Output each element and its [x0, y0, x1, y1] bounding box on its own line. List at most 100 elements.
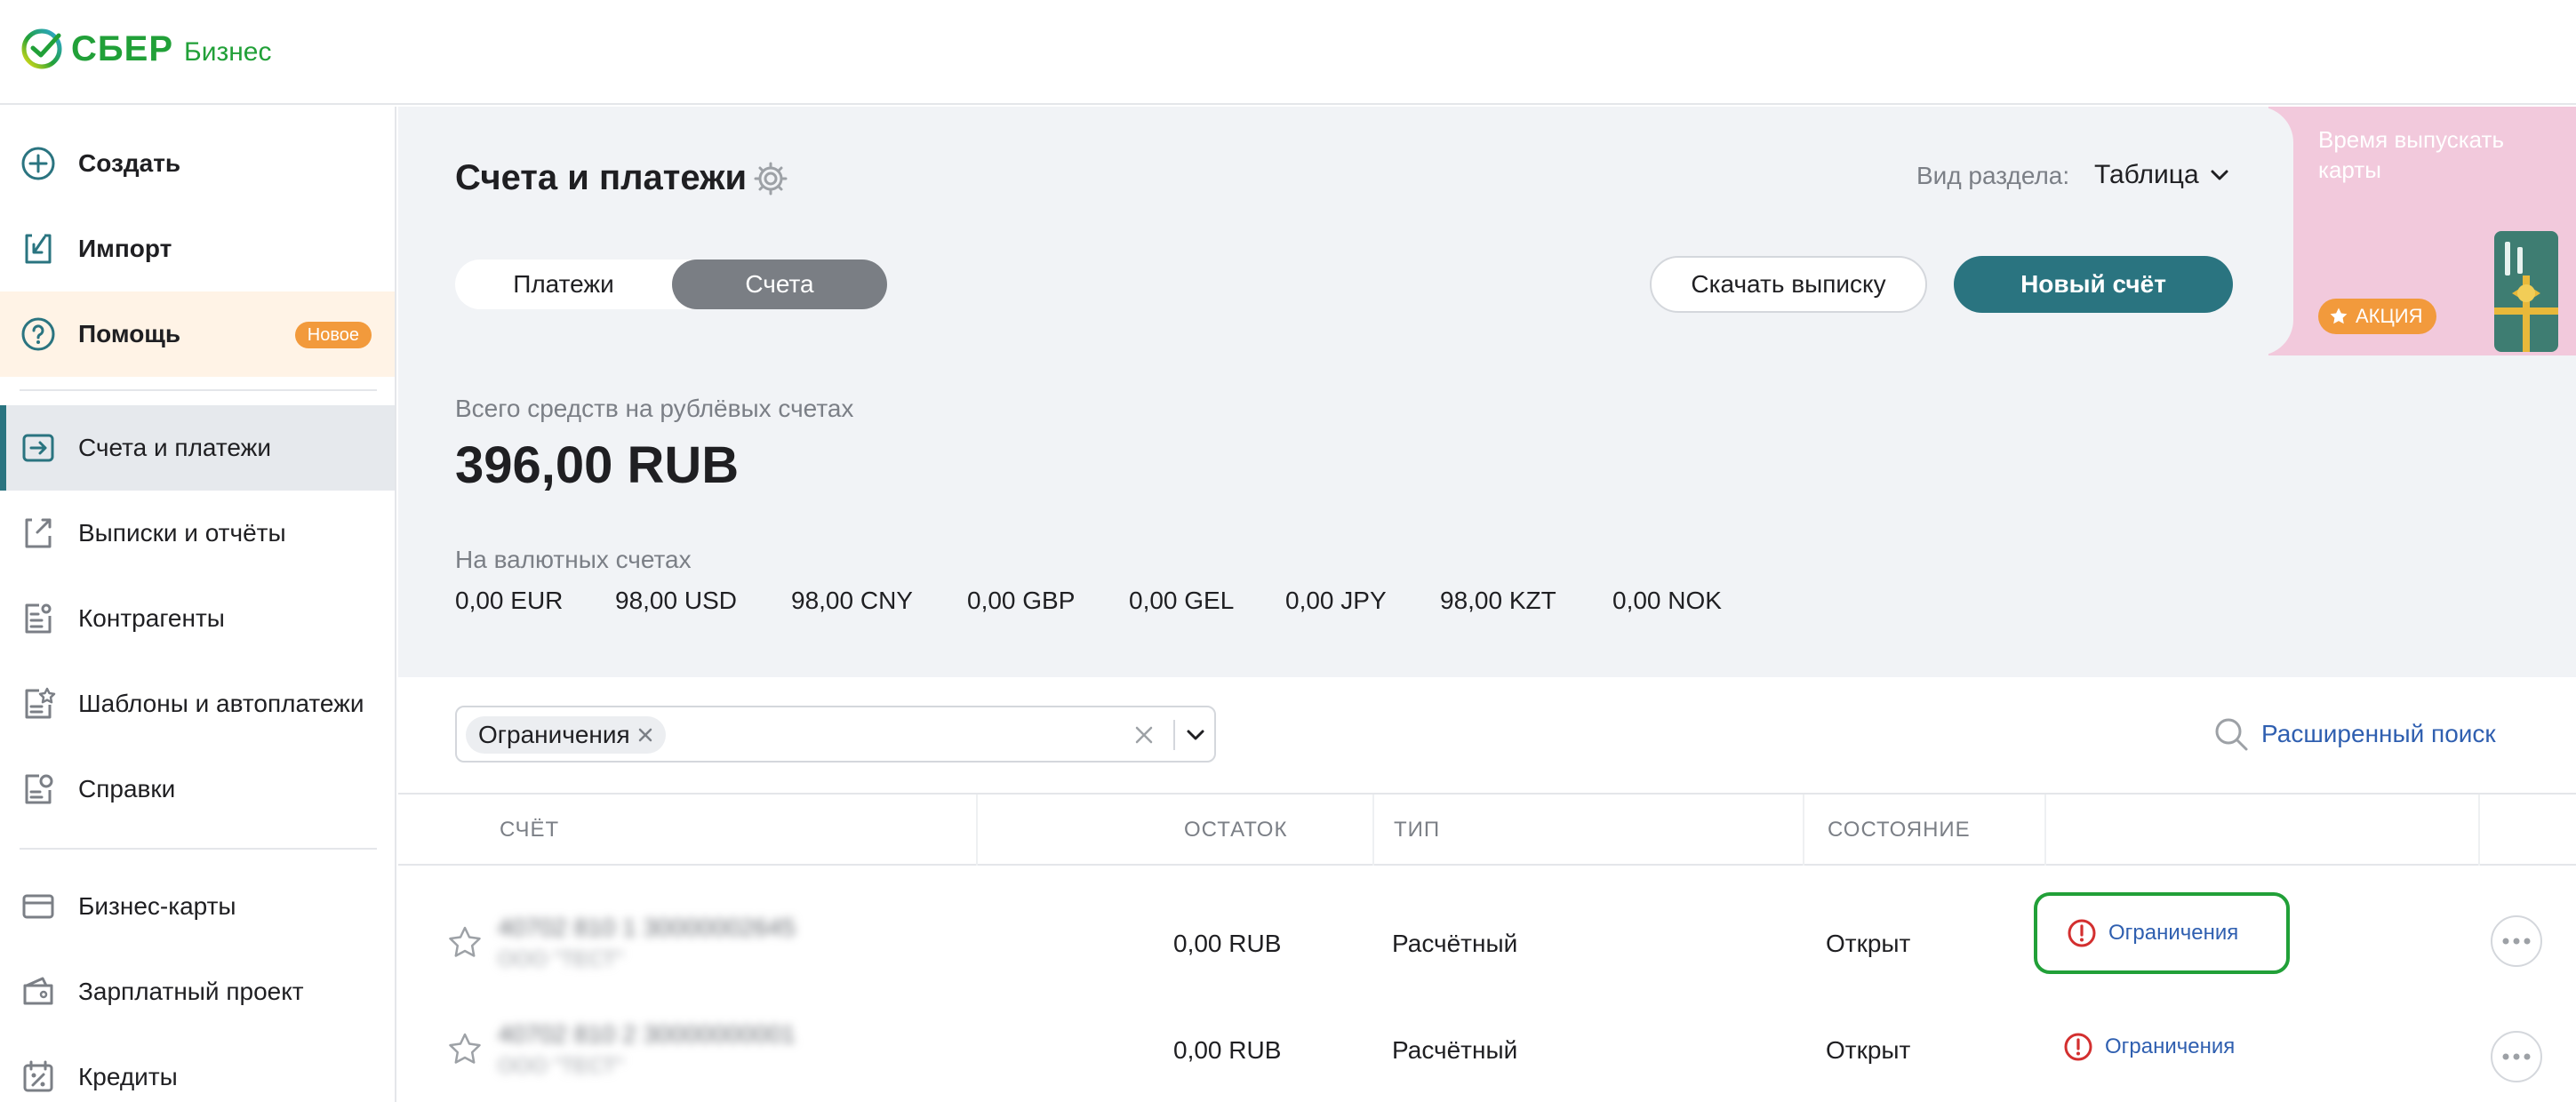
restrictions-link[interactable]: Ограничения	[2034, 1006, 2290, 1088]
promo-badge-label: АКЦИЯ	[2356, 305, 2423, 327]
column-separator	[1372, 795, 1374, 866]
fx-balance-gbp: 0,00 GBP	[967, 587, 1076, 614]
column-type[interactable]: ТИП	[1394, 818, 1440, 842]
sidebar-item-accounts[interactable]: Счета и платежи	[0, 405, 395, 491]
account-type: Расчётный	[1392, 930, 1518, 957]
filter-select[interactable]: Ограничения	[455, 706, 1216, 763]
credit-percent-icon	[23, 1060, 53, 1092]
sidebar: Создать Импорт Помощь Новое Счета и плат…	[0, 107, 396, 1102]
favorite-star-icon[interactable]	[446, 924, 484, 962]
sidebar-item-salary-project[interactable]: Зарплатный проект	[0, 949, 395, 1034]
sidebar-item-label: Выписки и отчёты	[78, 519, 286, 547]
filter-chip: Ограничения	[466, 716, 666, 754]
filter-separator	[1173, 720, 1175, 750]
certificates-icon	[25, 774, 53, 804]
remove-chip-icon[interactable]	[636, 725, 655, 745]
logo-brand: СБЕР	[71, 28, 173, 68]
sidebar-item-certificates[interactable]: Справки	[0, 747, 395, 832]
page-title: Счета и платежи	[455, 158, 748, 197]
restrictions-label: Ограничения	[2105, 1034, 2236, 1058]
fx-total-label: На валютных счетах	[455, 546, 692, 573]
plus-circle-icon	[21, 147, 55, 180]
filter-chip-label: Ограничения	[478, 721, 630, 748]
gift-card-image	[2494, 231, 2558, 352]
favorite-star-icon[interactable]	[446, 1031, 484, 1068]
fx-balance-nok: 0,00 NOK	[1612, 587, 1722, 614]
column-account[interactable]: СЧЁТ	[500, 818, 559, 842]
gear-icon[interactable]	[752, 160, 789, 197]
sidebar-item-business-cards[interactable]: Бизнес-карты	[0, 864, 395, 949]
more-dots-icon	[2502, 1053, 2531, 1060]
chevron-down-icon[interactable]	[1184, 723, 1207, 747]
account-number[interactable]: 40702 810 1 30000002645	[498, 914, 796, 942]
sidebar-item-help[interactable]: Помощь Новое	[0, 291, 395, 377]
account-number[interactable]: 40702 810 2 30000000001	[498, 1020, 796, 1049]
tab-accounts[interactable]: Счета	[672, 260, 887, 309]
account-balance: 0,00 RUB	[1173, 930, 1282, 957]
chevron-down-icon	[2211, 170, 2228, 180]
fx-balance-gel: 0,00 GEL	[1129, 587, 1235, 614]
account-type: Расчётный	[1392, 1036, 1518, 1064]
column-separator	[976, 795, 978, 866]
account-status: Открыт	[1826, 930, 1911, 957]
clear-filter-icon[interactable]	[1132, 723, 1156, 747]
download-statement-button[interactable]: Скачать выписку	[1650, 256, 1927, 313]
reports-icon	[25, 518, 52, 548]
fx-balance-jpy: 0,00 JPY	[1285, 587, 1387, 614]
section-switcher: Платежи Счета	[455, 260, 887, 309]
account-owner: ООО "ТЕСТ"	[498, 1054, 624, 1078]
warning-icon	[2068, 919, 2096, 947]
sber-business-logo[interactable]: СБЕР Бизнес	[20, 27, 271, 71]
column-separator	[2478, 795, 2480, 866]
view-mode-select[interactable]: Таблица	[2094, 160, 2231, 190]
sidebar-item-label: Шаблоны и автоплатежи	[78, 690, 364, 717]
more-dots-icon	[2502, 938, 2531, 945]
accounts-icon	[22, 434, 54, 462]
tab-payments[interactable]: Платежи	[455, 260, 672, 309]
column-status[interactable]: СОСТОЯНИЕ	[1828, 818, 1971, 842]
column-separator	[2044, 795, 2046, 866]
account-balance: 0,00 RUB	[1173, 1036, 1282, 1064]
table-row[interactable]: 40702 810 2 30000000001 ООО "ТЕСТ" 0,00 …	[398, 995, 2576, 1102]
restrictions-link[interactable]: Ограничения	[2034, 892, 2290, 974]
row-actions-button[interactable]	[2491, 915, 2542, 967]
row-actions-button[interactable]	[2491, 1031, 2542, 1082]
star-icon	[2330, 307, 2348, 324]
sidebar-item-credits[interactable]: Кредиты	[0, 1034, 395, 1102]
warning-icon	[2064, 1033, 2092, 1061]
sidebar-item-label: Справки	[78, 775, 176, 803]
sidebar-item-create[interactable]: Создать	[0, 121, 395, 206]
view-mode-value: Таблица	[2094, 160, 2199, 189]
new-account-button[interactable]: Новый счёт	[1954, 256, 2233, 313]
restrictions-label: Ограничения	[2108, 921, 2239, 945]
column-balance[interactable]: ОСТАТОК	[1184, 818, 1287, 842]
sidebar-item-label: Бизнес-карты	[78, 892, 236, 920]
fx-balance-cny: 98,00 CNY	[791, 587, 913, 614]
top-bar: СБЕР Бизнес	[0, 0, 2576, 105]
promo-badge: АКЦИЯ	[2318, 299, 2437, 334]
sidebar-item-label: Создать	[78, 149, 181, 177]
sidebar-item-label: Зарплатный проект	[78, 978, 304, 1005]
wallet-icon	[23, 977, 53, 1005]
logo-product: Бизнес	[184, 37, 272, 67]
account-owner: ООО "ТЕСТ"	[498, 947, 624, 971]
counterparties-icon	[25, 603, 52, 634]
table-row[interactable]: 40702 810 1 30000002645 ООО "ТЕСТ" 0,00 …	[398, 889, 2576, 995]
fx-balance-kzt: 98,00 KZT	[1440, 587, 1556, 614]
sidebar-item-label: Счета и платежи	[78, 434, 272, 461]
sidebar-item-label: Помощь	[78, 320, 181, 347]
promo-text: Время выпускать карты	[2318, 126, 2505, 183]
promo-banner-edge	[2240, 107, 2293, 355]
sidebar-item-label: Кредиты	[78, 1063, 178, 1090]
search-icon	[2215, 718, 2248, 751]
sidebar-item-import[interactable]: Импорт	[0, 206, 395, 291]
account-status: Открыт	[1826, 1036, 1911, 1064]
advanced-search-link[interactable]: Расширенный поиск	[2212, 715, 2496, 754]
sber-logo-icon	[21, 28, 62, 69]
sidebar-item-counterparties[interactable]: Контрагенты	[0, 576, 395, 661]
templates-icon	[25, 687, 56, 719]
sidebar-item-templates[interactable]: Шаблоны и автоплатежи	[0, 661, 395, 747]
sidebar-item-label: Контрагенты	[78, 604, 225, 632]
sidebar-item-reports[interactable]: Выписки и отчёты	[0, 491, 395, 576]
rub-total-label: Всего средств на рублёвых счетах	[455, 395, 854, 422]
